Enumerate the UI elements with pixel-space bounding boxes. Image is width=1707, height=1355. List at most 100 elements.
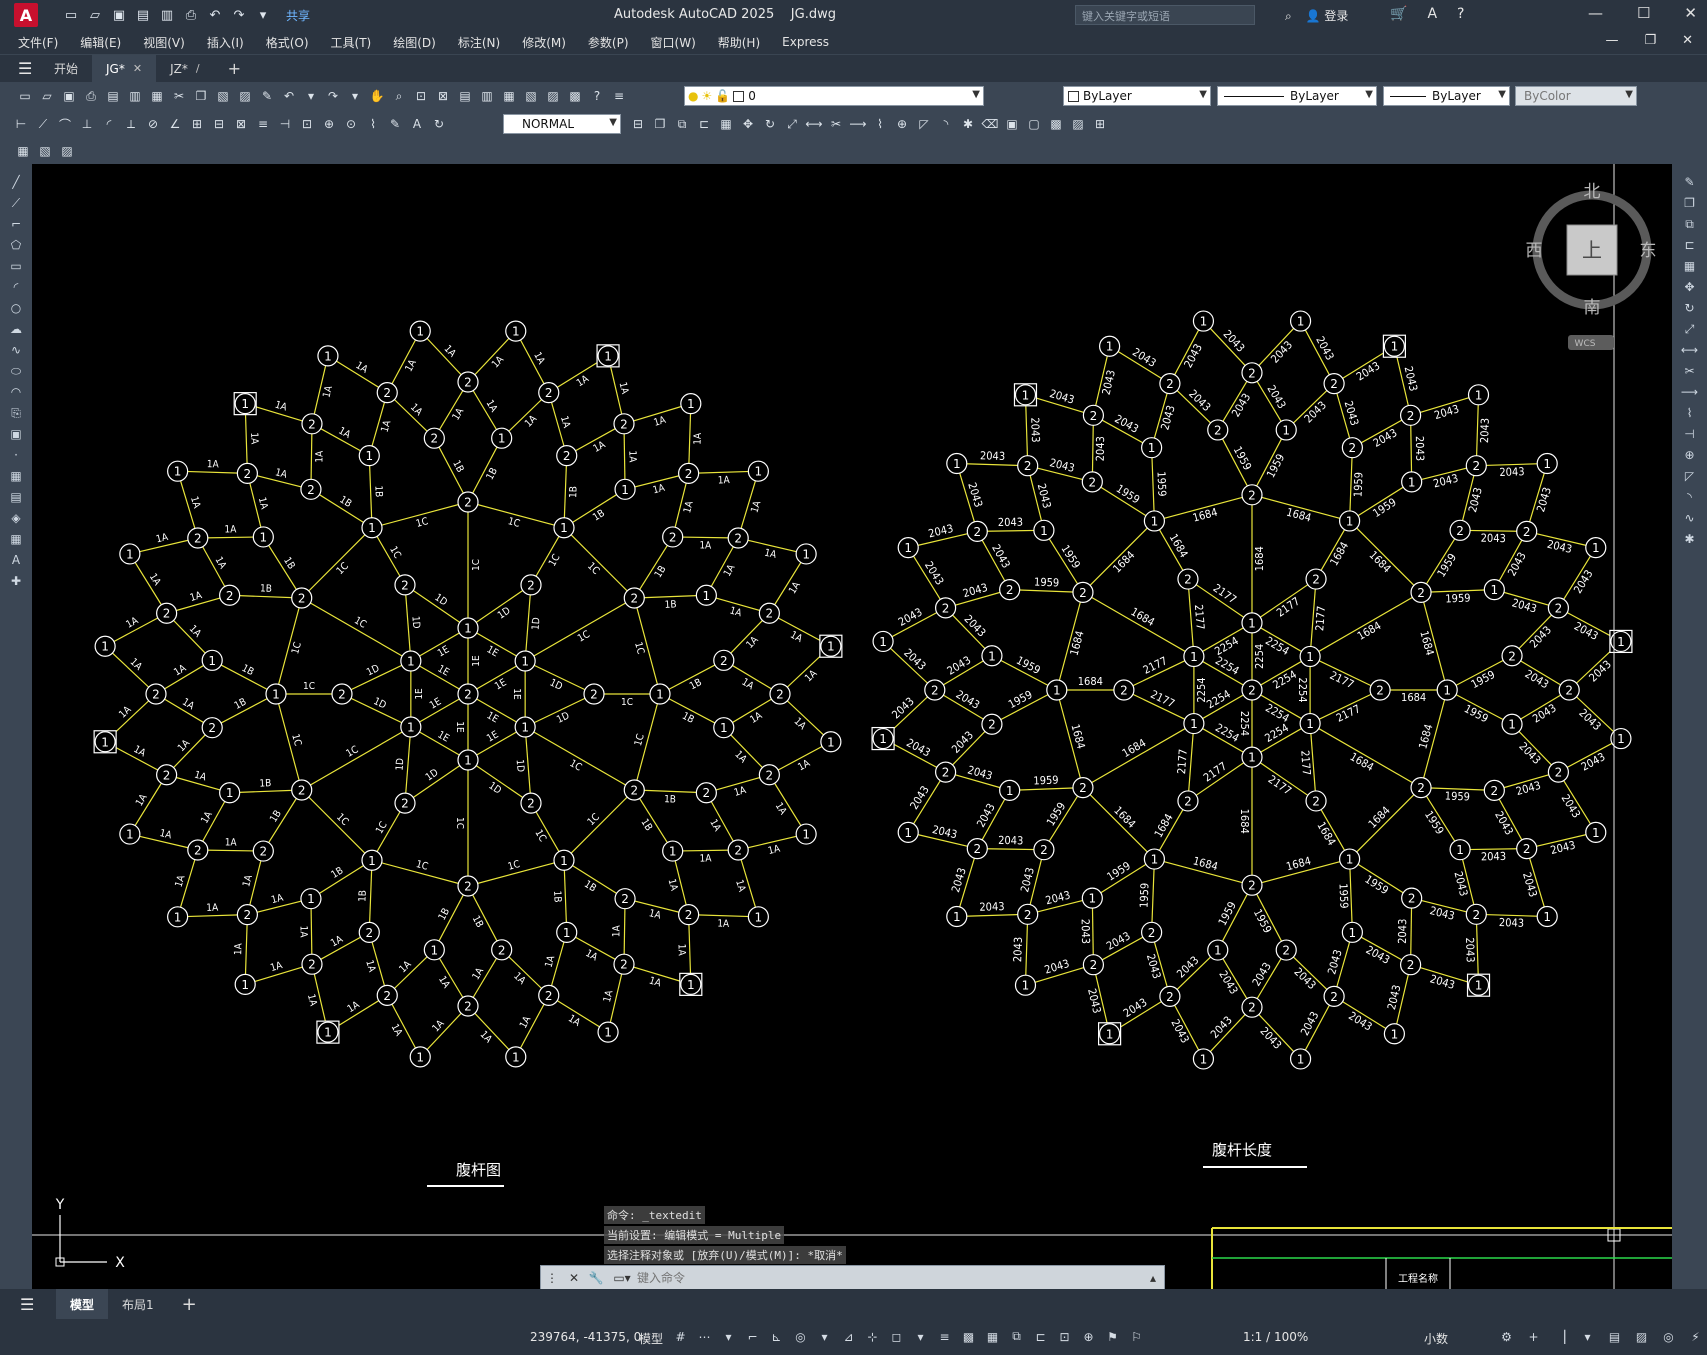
isodraft-icon[interactable]: ⊿ — [840, 1328, 857, 1345]
otrack-icon[interactable]: ⊹ — [864, 1328, 881, 1345]
autocad-logo-icon[interactable]: A — [14, 3, 38, 27]
minimize-icon[interactable]: — — [1588, 4, 1603, 22]
move-icon[interactable]: ✥ — [1681, 278, 1699, 296]
space-dim-icon[interactable]: ≡ — [254, 115, 272, 133]
layer-properties-icon[interactable]: ≡ — [610, 87, 628, 105]
stretch-icon[interactable]: ⟷ — [1681, 341, 1699, 359]
command-history-toggle-icon[interactable]: ▴ — [1142, 1271, 1164, 1285]
move-icon[interactable]: ✥ — [739, 115, 757, 133]
arc-icon[interactable]: ◜ — [7, 278, 25, 296]
preview-icon[interactable]: ▤ — [104, 87, 122, 105]
table-icon[interactable]: ▦ — [7, 530, 25, 548]
lineweight-dropdown[interactable]: ByLayer ▼ — [1383, 86, 1510, 106]
new-tab-button[interactable]: + — [214, 55, 255, 83]
tab-jz[interactable]: JZ* / — [156, 55, 213, 83]
workspace-gear-icon[interactable]: ⚙ — [1498, 1328, 1515, 1345]
osnap-dropdown-icon[interactable]: ▾ — [912, 1328, 929, 1345]
spline-icon[interactable]: ∿ — [7, 341, 25, 359]
publish-icon[interactable]: ▥ — [126, 87, 144, 105]
ordinate-dim-icon[interactable]: ⊥ — [78, 115, 96, 133]
offset-icon[interactable]: ⊏ — [695, 115, 713, 133]
drawing-canvas[interactable]: 1E 1E 1D 1D 1E 1E 1D 1D 1E 1E 1D 1D 1E 1E 1D 1D 1E 1E 1D 1D… — [32, 164, 1672, 1289]
redo-icon[interactable]: ↷ — [324, 87, 342, 105]
menu-edit[interactable]: 编辑(E) — [80, 34, 121, 51]
close-icon[interactable]: ✕ — [1684, 4, 1697, 22]
construction-line-icon[interactable]: ⟋ — [7, 194, 25, 212]
brush-icon[interactable]: ✎ — [258, 87, 276, 105]
erase-icon[interactable]: ⌫ — [981, 115, 999, 133]
qat-dropdown-icon[interactable]: ▾ — [254, 6, 272, 24]
autodesk-a360-icon[interactable]: A — [1427, 6, 1437, 22]
join-icon[interactable]: ⊕ — [893, 115, 911, 133]
tolerance-icon[interactable]: ⊡ — [298, 115, 316, 133]
scale-icon[interactable]: ⤢ — [1681, 320, 1699, 338]
redo-dropdown-icon[interactable]: ▾ — [346, 87, 364, 105]
region-icon[interactable]: ◈ — [7, 509, 25, 527]
arc-length-icon[interactable]: ⌒ — [56, 115, 74, 133]
chamfer-icon[interactable]: ◸ — [915, 115, 933, 133]
units-selector[interactable]: 小数 — [1424, 1330, 1448, 1347]
grid-icon[interactable]: # — [672, 1328, 689, 1345]
extend-icon[interactable]: ⟶ — [849, 115, 867, 133]
menu-modify[interactable]: 修改(M) — [522, 34, 566, 51]
diameter-dim-icon[interactable]: ⊘ — [144, 115, 162, 133]
wblock-icon[interactable]: ▨ — [1069, 115, 1087, 133]
break-at-point-icon[interactable]: ⌇ — [1681, 404, 1699, 422]
menu-express[interactable]: Express — [782, 35, 829, 49]
dropdown-icon[interactable]: ▾ — [720, 1328, 737, 1345]
ungroup-icon[interactable]: ▢ — [1025, 115, 1043, 133]
auto-scale-icon[interactable]: ⚐ — [1128, 1328, 1145, 1345]
ducs-icon[interactable]: ⊏ — [1032, 1328, 1049, 1345]
extend-icon[interactable]: ⟶ — [1681, 383, 1699, 401]
help-icon[interactable]: ? — [588, 87, 606, 105]
polar-icon[interactable]: ◎ — [792, 1328, 809, 1345]
print-icon[interactable]: ⎙ — [82, 87, 100, 105]
viewcube-east-label[interactable]: 东 — [1640, 241, 1657, 261]
web-save-icon[interactable]: ▥ — [158, 6, 176, 24]
menu-insert[interactable]: 插入(I) — [207, 34, 244, 51]
menu-format[interactable]: 格式(O) — [266, 34, 309, 51]
menu-file[interactable]: 文件(F) — [18, 34, 58, 51]
menu-draw[interactable]: 绘图(D) — [393, 34, 436, 51]
gradient-icon[interactable]: ▤ — [7, 488, 25, 506]
doc-restore-icon[interactable]: ❐ — [1644, 33, 1656, 48]
inspect-icon[interactable]: ⊙ — [342, 115, 360, 133]
rotate-icon[interactable]: ↻ — [1681, 299, 1699, 317]
rotate-icon[interactable]: ↻ — [761, 115, 779, 133]
open-file-icon[interactable]: ▱ — [86, 6, 104, 24]
explode-icon[interactable]: ✱ — [1681, 530, 1699, 548]
tab-start[interactable]: 开始 — [40, 55, 92, 83]
polar-dropdown-icon[interactable]: ▾ — [816, 1328, 833, 1345]
array-icon[interactable]: ▦ — [717, 115, 735, 133]
doc-close-icon[interactable]: ✕ — [1682, 33, 1693, 48]
revcloud-icon[interactable]: ☁ — [7, 320, 25, 338]
dim-edit-icon[interactable]: ✎ — [386, 115, 404, 133]
annotation-monitor-icon[interactable]: ▕ — [1552, 1328, 1569, 1345]
block-icon[interactable]: ▩ — [1047, 115, 1065, 133]
open-icon[interactable]: ▱ — [38, 87, 56, 105]
cut-icon[interactable]: ✂ — [170, 87, 188, 105]
annotation-visibility-icon[interactable]: ⚑ — [1104, 1328, 1121, 1345]
mirror-icon[interactable]: ⧉ — [673, 115, 691, 133]
cart-icon[interactable]: 🛒 — [1390, 6, 1407, 22]
infer-icon[interactable]: ⌐ — [744, 1328, 761, 1345]
tab-jg[interactable]: JG* ✕ — [92, 54, 157, 83]
command-close-icon[interactable]: ✕ — [563, 1271, 585, 1285]
circle-icon[interactable]: ○ — [7, 299, 25, 317]
erase-icon[interactable]: ✎ — [1681, 173, 1699, 191]
layer-dropdown[interactable]: ● ☀ 🔓 0 ▼ — [684, 86, 984, 106]
fillet-icon[interactable]: ◝ — [937, 115, 955, 133]
zoom-previous-icon[interactable]: ⊠ — [434, 87, 452, 105]
zoom-realtime-icon[interactable]: ⌕ — [390, 87, 408, 105]
center-mark-icon[interactable]: ⊕ — [320, 115, 338, 133]
tool-palettes-icon[interactable]: ▦ — [500, 87, 518, 105]
break-icon[interactable]: ⊣ — [1681, 425, 1699, 443]
annotation-scale[interactable]: 1:1 / 100% — [1243, 1330, 1308, 1344]
blend-icon[interactable]: ∿ — [1681, 509, 1699, 527]
match-icon[interactable]: ▨ — [236, 87, 254, 105]
add-selected-icon[interactable]: ✚ — [7, 572, 25, 590]
3d-osnap-icon[interactable]: ⧉ — [1008, 1328, 1025, 1345]
web-member-diagram[interactable]: 1E1E1D1D1E1E1D1D1E1E1D1D1E1E1D1D1E1E1D1D… — [93, 320, 843, 1068]
paste-icon[interactable]: ▧ — [214, 87, 232, 105]
rectangle-icon[interactable]: ▭ — [7, 257, 25, 275]
